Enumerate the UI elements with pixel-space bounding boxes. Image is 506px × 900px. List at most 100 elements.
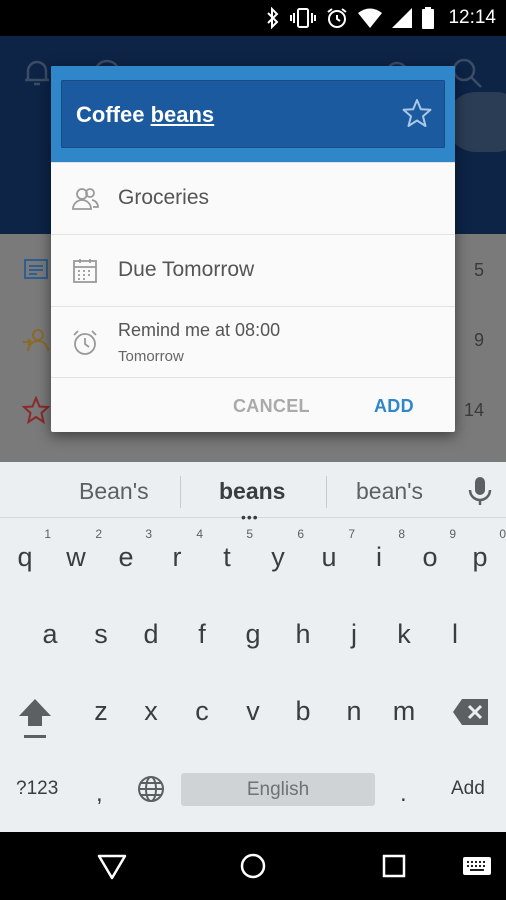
cancel-button[interactable]: CANCEL (233, 396, 310, 417)
key-q[interactable]: q1 (5, 527, 51, 573)
key-h[interactable]: h (283, 619, 323, 650)
add-button[interactable]: ADD (374, 396, 414, 417)
key-c[interactable]: c (182, 696, 222, 727)
comma-key[interactable]: , (96, 780, 103, 808)
search-icon (452, 58, 482, 88)
vibrate-icon (290, 8, 317, 28)
key-f[interactable]: f (182, 619, 222, 650)
key-hint: 6 (297, 527, 304, 541)
signal-icon (392, 8, 413, 28)
battery-icon (422, 7, 435, 29)
key-l[interactable]: l (435, 619, 475, 650)
suggestion-divider (180, 476, 181, 508)
inbox-icon (24, 259, 48, 279)
key-v[interactable]: v (233, 696, 273, 727)
key-hint: 8 (398, 527, 405, 541)
key-e[interactable]: e3 (106, 527, 152, 573)
key-g[interactable]: g (233, 619, 273, 650)
home-icon[interactable] (237, 850, 269, 882)
reminder-sublabel: Tomorrow (118, 348, 184, 365)
backspace-icon[interactable] (452, 698, 490, 726)
key-j[interactable]: j (334, 619, 374, 650)
key-o[interactable]: o9 (410, 527, 456, 573)
bluetooth-icon (267, 7, 279, 29)
key-label: p (472, 542, 488, 572)
shift-icon[interactable] (16, 696, 54, 740)
reminder-label: Remind me at 08:00 (118, 320, 281, 340)
key-hint: 9 (449, 527, 456, 541)
add-item-dialog: Coffee beans Groceries Due Tomorrow Remi… (51, 66, 455, 432)
due-date-selector[interactable]: Due Tomorrow (51, 234, 455, 306)
globe-icon[interactable] (136, 774, 166, 804)
key-p[interactable]: p0 (460, 527, 506, 573)
key-hint: 0 (499, 527, 506, 541)
key-label: o (422, 542, 438, 572)
navigation-bar (0, 832, 506, 900)
key-z[interactable]: z (81, 696, 121, 727)
star-icon[interactable] (401, 97, 433, 129)
key-r[interactable]: r4 (157, 527, 204, 573)
key-t[interactable]: t5 (207, 527, 253, 573)
alarm-icon (327, 8, 348, 28)
action-key[interactable]: Add (451, 778, 485, 800)
key-u[interactable]: u7 (309, 527, 355, 573)
key-w[interactable]: w2 (56, 527, 102, 573)
shared-list-icon (72, 188, 99, 210)
period-key[interactable]: . (400, 780, 407, 808)
suggestion-right[interactable]: bean's (356, 478, 423, 505)
key-label: y (271, 542, 285, 572)
key-hint: 7 (348, 527, 355, 541)
dialog-header: Coffee beans (51, 66, 455, 162)
due-date-label: Due Tomorrow (118, 258, 255, 281)
more-suggestions-dots[interactable]: ••• (241, 509, 259, 525)
key-hint: 3 (145, 527, 152, 541)
key-i[interactable]: i8 (359, 527, 405, 573)
list-label: Groceries (118, 186, 210, 209)
dialog-actions: CANCEL ADD (51, 377, 455, 432)
star-icon (22, 396, 50, 424)
starred-count: 14 (463, 400, 484, 420)
recents-icon[interactable] (378, 850, 410, 882)
key-b[interactable]: b (283, 696, 323, 727)
bell-icon (25, 60, 49, 86)
keyboard-switch-icon[interactable] (462, 850, 492, 882)
status-bar: 12:14 (0, 0, 506, 36)
key-label: t (223, 542, 231, 572)
key-hint: 4 (196, 527, 203, 541)
key-hint: 1 (44, 527, 51, 541)
item-title-composing: beans (150, 102, 215, 127)
calendar-icon (73, 259, 97, 283)
header-cloud (446, 92, 506, 152)
suggestion-center[interactable]: beans (219, 478, 285, 505)
list-selector[interactable]: Groceries (51, 162, 455, 234)
clock-time: 12:14 (448, 7, 496, 28)
suggestion-strip: Bean's beans ••• bean's (0, 462, 506, 525)
inbox-count: 5 (473, 260, 484, 280)
suggestion-left[interactable]: Bean's (79, 478, 149, 505)
key-label: i (376, 542, 382, 572)
reminder-selector[interactable]: Remind me at 08:00 Tomorrow (51, 306, 455, 378)
key-label: r (172, 542, 182, 572)
assigned-icon (23, 329, 49, 352)
key-y[interactable]: y6 (258, 527, 304, 573)
key-label: q (17, 542, 33, 572)
item-title-plain: Coffee (76, 102, 151, 127)
symbols-key[interactable]: ?123 (16, 778, 58, 800)
item-title-input[interactable]: Coffee beans (61, 80, 445, 148)
back-icon[interactable] (96, 850, 128, 882)
suggestion-divider (326, 476, 327, 508)
microphone-icon[interactable] (466, 476, 494, 506)
item-title-text: Coffee beans (76, 102, 214, 128)
wifi-icon (358, 8, 383, 28)
key-d[interactable]: d (131, 619, 171, 650)
key-a[interactable]: a (30, 619, 70, 650)
key-n[interactable]: n (334, 696, 374, 727)
key-label: u (321, 542, 337, 572)
key-k[interactable]: k (384, 619, 424, 650)
key-x[interactable]: x (131, 696, 171, 727)
key-m[interactable]: m (384, 696, 424, 727)
space-bar[interactable]: English (181, 773, 375, 806)
assigned-count: 9 (473, 330, 484, 350)
soft-keyboard: Bean's beans ••• bean's q1 w2 e3 r4 t5 y… (0, 462, 506, 832)
key-s[interactable]: s (81, 619, 121, 650)
